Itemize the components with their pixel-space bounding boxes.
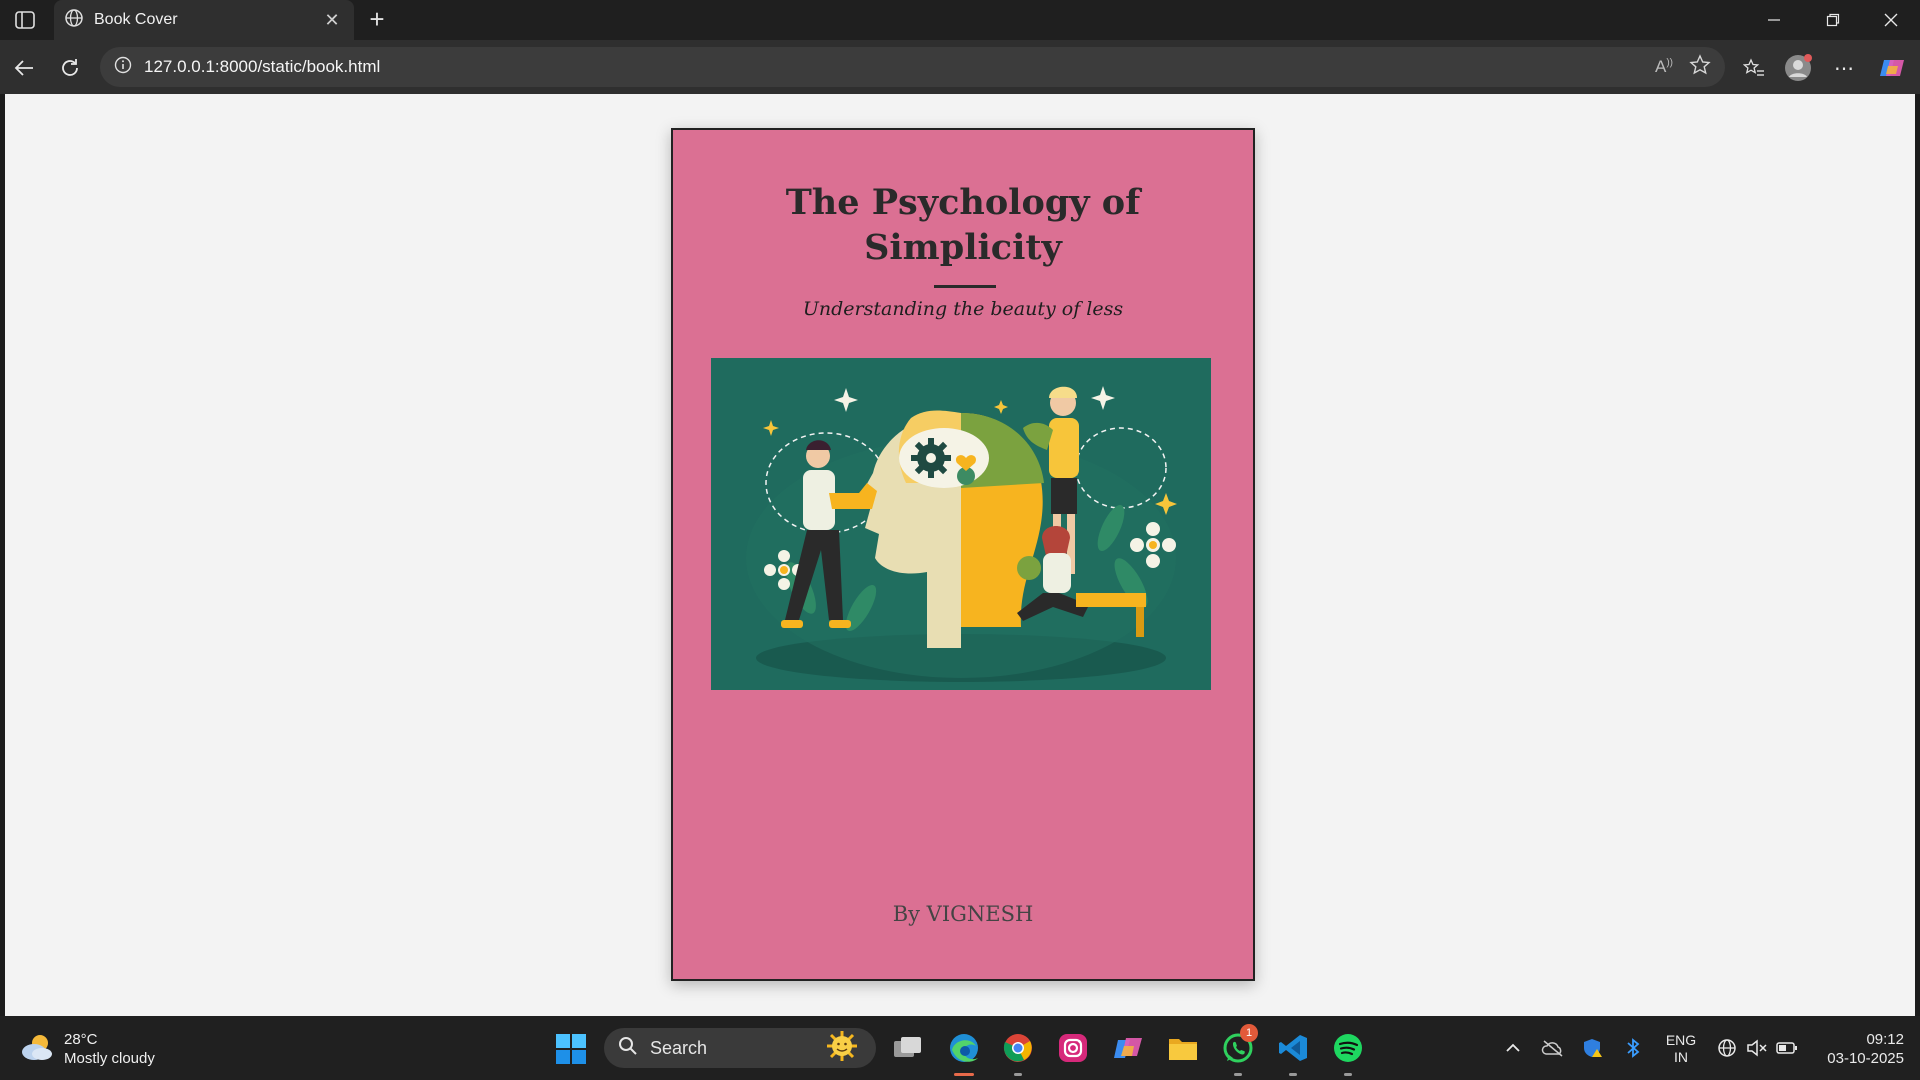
more-menu-icon[interactable]: ⋯ — [1826, 50, 1862, 86]
running-app-indicator — [1234, 1073, 1242, 1076]
security-shield-warning-icon[interactable] — [1578, 1032, 1608, 1064]
cloudy-weather-icon — [20, 1032, 54, 1067]
book-cover: The Psychology of Simplicity Understandi… — [671, 128, 1255, 981]
new-tab-button[interactable]: + — [360, 6, 394, 34]
vscode-icon[interactable] — [1273, 1028, 1313, 1076]
globe-icon — [64, 8, 84, 33]
bluetooth-icon[interactable] — [1618, 1032, 1648, 1064]
page-viewport: The Psychology of Simplicity Understandi… — [5, 94, 1915, 1016]
title-divider — [934, 285, 996, 288]
show-hidden-icons-chevron-icon[interactable] — [1500, 1032, 1526, 1064]
running-app-indicator — [1014, 1073, 1022, 1076]
tab-title: Book Cover — [94, 11, 178, 28]
onedrive-offline-icon[interactable] — [1538, 1032, 1568, 1064]
browser-tab-bar: Book Cover ✕ + — [0, 0, 1920, 40]
network-globe-icon[interactable] — [1714, 1032, 1740, 1064]
region-code: IN — [1674, 1049, 1688, 1065]
minimize-icon[interactable] — [1745, 0, 1803, 40]
restore-icon[interactable] — [1804, 0, 1862, 40]
book-subtitle: Understanding the beauty of less — [802, 298, 1124, 320]
close-tab-icon[interactable]: ✕ — [320, 8, 344, 32]
windows-taskbar: 28°C Mostly cloudy Search 1 ENG IN 09:12… — [0, 1016, 1920, 1080]
chrome-icon[interactable] — [998, 1028, 1038, 1076]
site-info-icon[interactable] — [114, 56, 132, 79]
back-arrow-icon[interactable] — [6, 50, 42, 86]
cover-illustration — [711, 358, 1211, 690]
running-app-indicator — [1289, 1073, 1297, 1076]
task-view-icon[interactable] — [888, 1028, 928, 1068]
search-label: Search — [650, 1037, 708, 1058]
edge-browser-icon[interactable] — [944, 1028, 984, 1076]
instagram-icon[interactable] — [1053, 1028, 1093, 1068]
favorites-list-icon[interactable] — [1736, 50, 1772, 86]
book-title: The Psychology of Simplicity — [785, 182, 1141, 268]
running-app-indicator — [1344, 1073, 1352, 1076]
refresh-icon[interactable] — [52, 50, 88, 86]
tab-book-cover[interactable]: Book Cover ✕ — [54, 0, 354, 40]
close-window-icon[interactable] — [1862, 0, 1920, 40]
profile-avatar-icon[interactable] — [1780, 50, 1816, 86]
favorite-star-icon[interactable] — [1689, 53, 1711, 81]
browser-toolbar: 127.0.0.1:8000/static/book.html A)) ⋯ — [0, 40, 1920, 94]
copilot-app-icon[interactable] — [1108, 1028, 1148, 1068]
whatsapp-notification-badge: 1 — [1240, 1024, 1258, 1042]
windows-start-icon[interactable] — [554, 1032, 588, 1066]
clock-time: 09:12 — [1866, 1031, 1904, 1048]
input-language-indicator[interactable]: ENG IN — [1660, 1032, 1702, 1066]
language-code: ENG — [1665, 1032, 1697, 1048]
spotify-icon[interactable] — [1328, 1028, 1368, 1076]
file-explorer-icon[interactable] — [1163, 1028, 1203, 1068]
whatsapp-icon[interactable]: 1 — [1218, 1024, 1258, 1076]
speaker-muted-icon[interactable] — [1744, 1032, 1770, 1064]
search-icon — [618, 1036, 638, 1061]
active-app-indicator — [954, 1073, 974, 1076]
battery-icon[interactable] — [1774, 1032, 1800, 1064]
book-author: By VIGNESH — [892, 902, 1034, 926]
read-aloud-icon[interactable]: A)) — [1655, 57, 1673, 77]
copilot-icon[interactable] — [1874, 50, 1910, 86]
search-highlight-sun-icon — [822, 1030, 862, 1067]
weather-widget[interactable]: 28°C Mostly cloudy — [20, 1030, 155, 1068]
sidebar-toggle-icon[interactable] — [12, 8, 38, 32]
weather-description: Mostly cloudy — [64, 1050, 155, 1067]
system-clock[interactable]: 09:12 03-10-2025 — [1808, 1030, 1904, 1068]
url-text[interactable]: 127.0.0.1:8000/static/book.html — [144, 57, 1655, 77]
address-bar[interactable]: 127.0.0.1:8000/static/book.html A)) — [100, 47, 1725, 87]
weather-temperature: 28°C — [64, 1031, 98, 1048]
taskbar-search-box[interactable]: Search — [604, 1028, 876, 1068]
clock-date: 03-10-2025 — [1827, 1050, 1904, 1067]
